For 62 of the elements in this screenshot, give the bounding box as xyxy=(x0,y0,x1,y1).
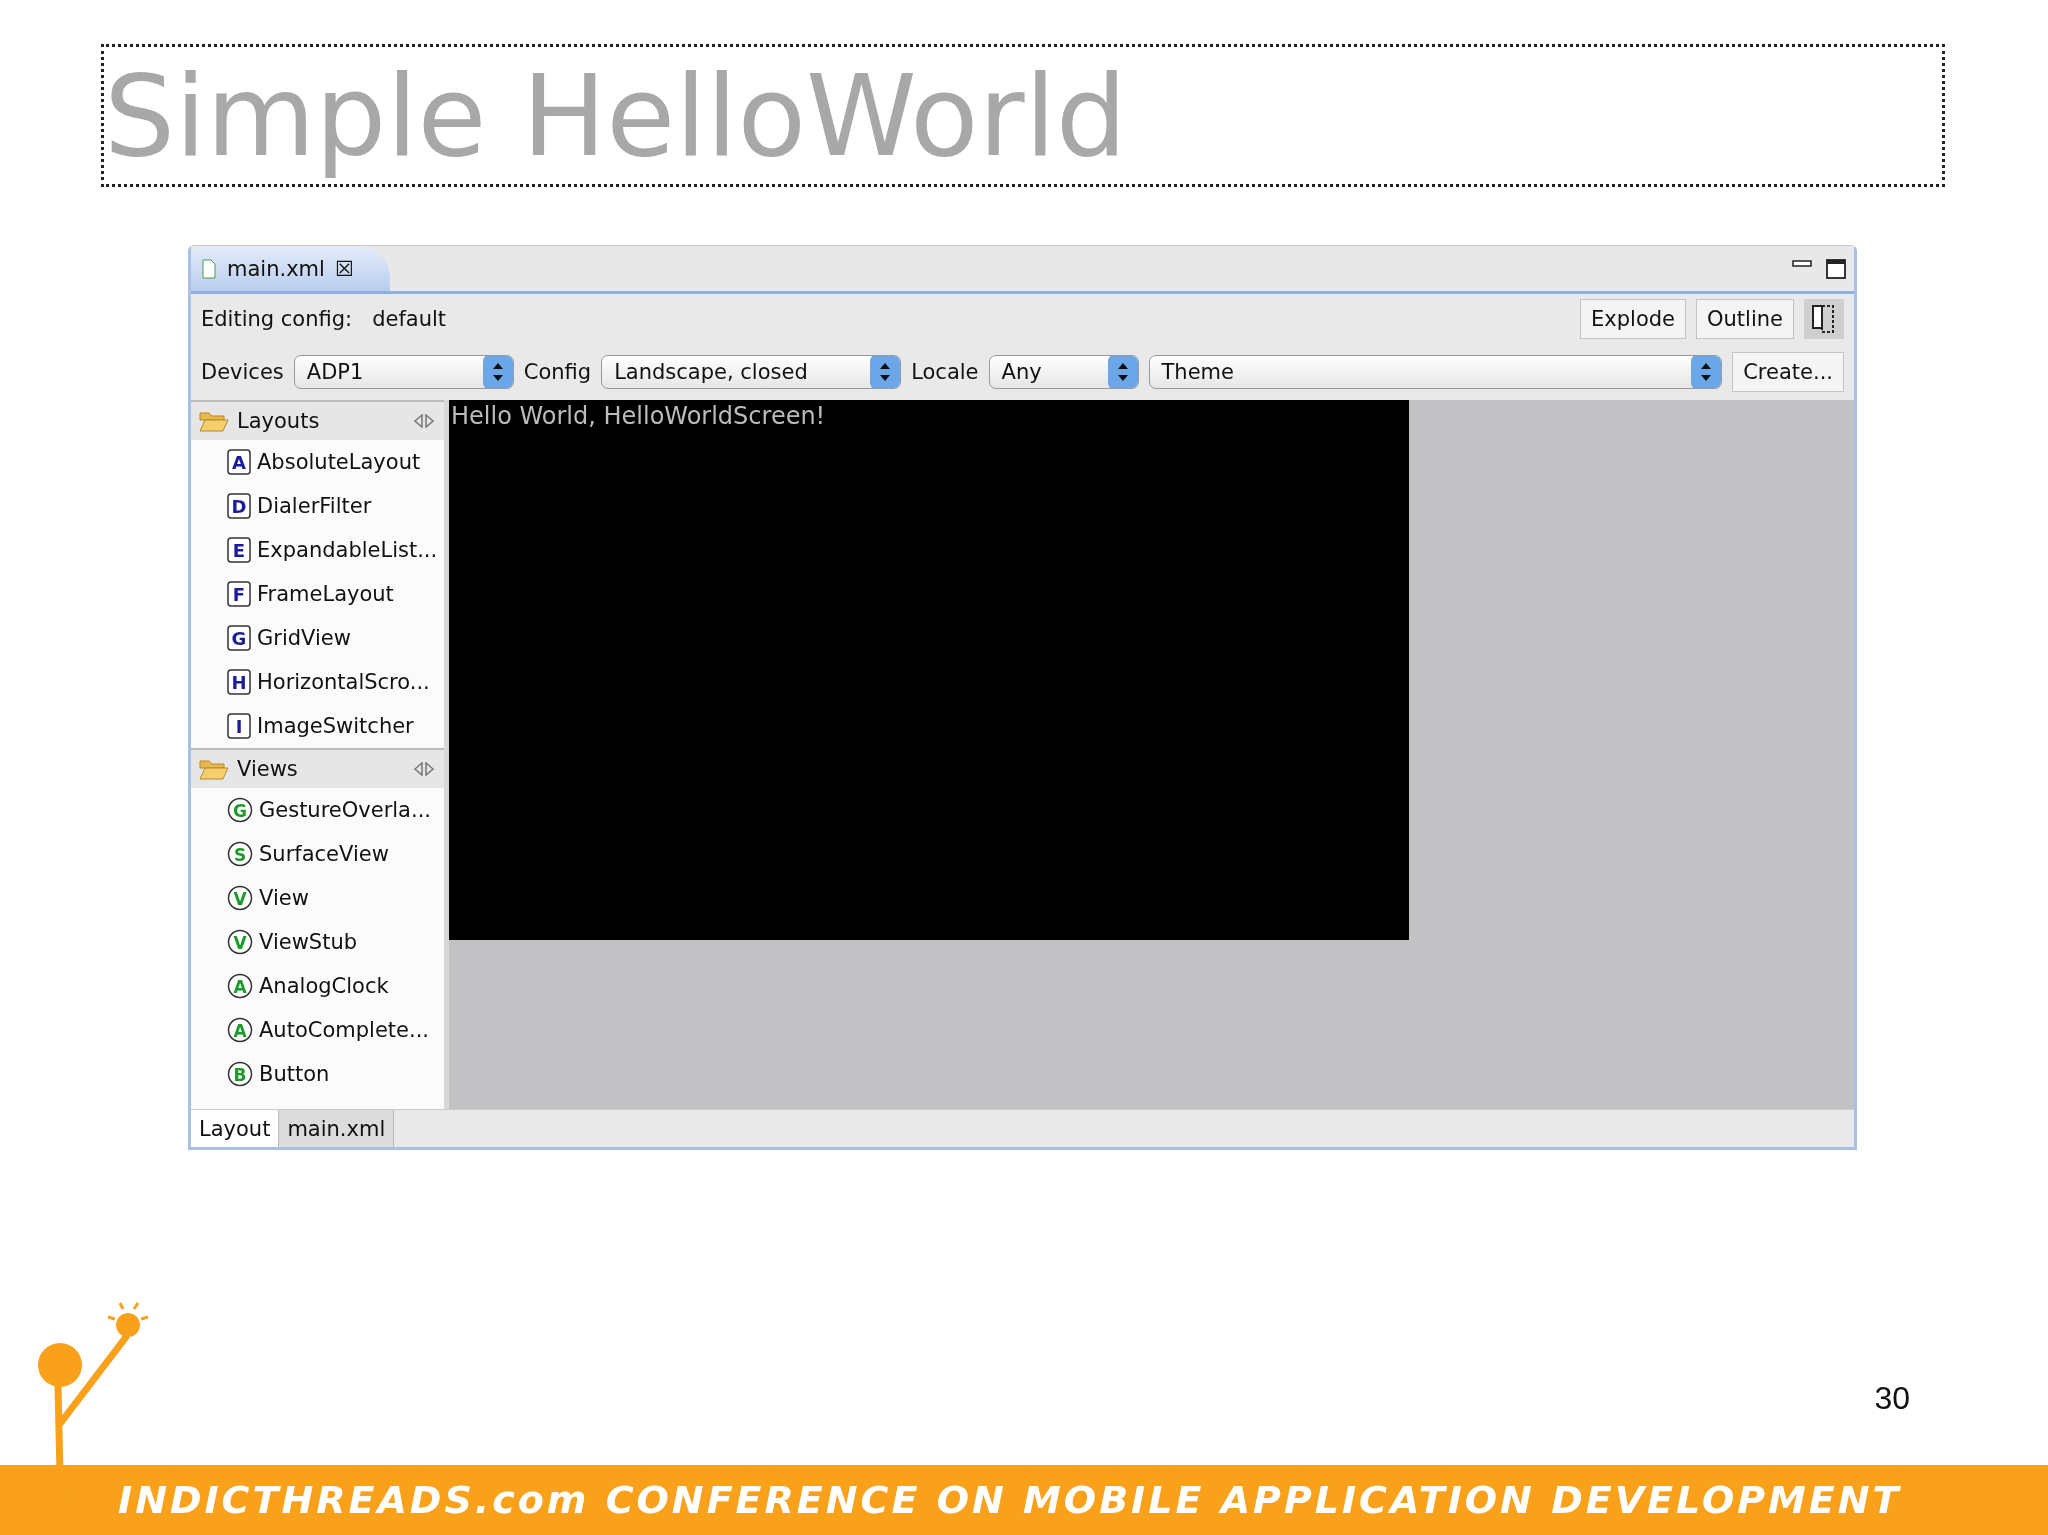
folder-icon xyxy=(199,410,229,432)
layout-icon: G xyxy=(227,625,251,651)
page-number: 30 xyxy=(1874,1380,1910,1417)
layout-toggle-icon[interactable] xyxy=(1804,299,1844,339)
palette-item[interactable]: G GridView xyxy=(191,616,444,660)
close-button[interactable]: ☒ xyxy=(334,257,354,281)
minimize-icon[interactable] xyxy=(1792,258,1812,269)
view-icon: S xyxy=(227,841,253,867)
dropdown[interactable]: Landscape, closed xyxy=(601,355,902,389)
layout-icon: H xyxy=(227,669,251,695)
layout-icon: I xyxy=(227,713,251,739)
create-button[interactable]: Create... xyxy=(1732,352,1844,392)
view-icon: B xyxy=(227,1061,253,1087)
folder-icon xyxy=(199,758,229,780)
dropdown[interactable]: ADP1 xyxy=(293,355,514,389)
palette-item[interactable]: G GestureOverla... xyxy=(191,788,444,832)
config-value: default xyxy=(372,307,447,331)
editor-tab[interactable]: main.xml ☒ xyxy=(191,247,390,291)
selector-label: Config xyxy=(523,360,592,384)
palette-item[interactable]: A AutoComplete... xyxy=(191,1008,444,1052)
layout-icon: E xyxy=(227,537,251,563)
toolbar-button[interactable]: Explode xyxy=(1580,299,1686,339)
view-icon: G xyxy=(227,797,253,823)
palette-item[interactable]: I ImageSwitcher xyxy=(191,704,444,748)
stepper-icon xyxy=(482,356,513,388)
palette-item[interactable]: H HorizontalScro... xyxy=(191,660,444,704)
slide-title: Simple HelloWorld xyxy=(104,49,1127,183)
stepper-icon xyxy=(870,356,901,388)
view-icon: V xyxy=(227,929,253,955)
palette-item[interactable]: A AnalogClock xyxy=(191,964,444,1008)
bottom-tab[interactable]: main.xml xyxy=(279,1110,395,1147)
footer-text: INDICTHREADS.com CONFERENCE ON MOBILE APPLICATION DEVELOPMENT xyxy=(118,1478,1902,1522)
palette-item[interactable]: F FrameLayout xyxy=(191,572,444,616)
palette-group-header[interactable]: Views xyxy=(191,748,444,788)
palette-group-header[interactable]: Layouts xyxy=(191,400,444,440)
view-icon: A xyxy=(227,973,253,999)
layout-icon: D xyxy=(227,493,251,519)
collapse-icon[interactable] xyxy=(414,414,434,428)
file-icon xyxy=(201,259,217,279)
dropdown[interactable]: Theme xyxy=(1148,355,1723,389)
collapse-icon[interactable] xyxy=(414,762,434,776)
toolbar-button[interactable]: Outline xyxy=(1696,299,1794,339)
layout-icon: A xyxy=(227,449,251,475)
selector-label: Locale xyxy=(911,360,979,384)
stepper-icon xyxy=(1691,356,1722,388)
bottom-tab[interactable]: Layout xyxy=(191,1110,280,1147)
palette-item[interactable]: E ExpandableList... xyxy=(191,528,444,572)
palette-item[interactable]: B Button xyxy=(191,1052,444,1096)
palette-item[interactable]: S SurfaceView xyxy=(191,832,444,876)
dropdown[interactable]: Any xyxy=(988,355,1139,389)
palette-item[interactable]: D DialerFilter xyxy=(191,484,444,528)
maximize-icon[interactable] xyxy=(1826,258,1846,279)
stepper-icon xyxy=(1107,356,1138,388)
config-label: Editing config: xyxy=(201,307,353,331)
palette-item[interactable]: A AbsoluteLayout xyxy=(191,440,444,484)
palette-item[interactable]: V View xyxy=(191,876,444,920)
view-icon: A xyxy=(227,1017,253,1043)
view-icon: V xyxy=(227,885,253,911)
palette-item[interactable]: V ViewStub xyxy=(191,920,444,964)
screen-text: Hello World, HelloWorldScreen! xyxy=(451,402,826,430)
selector-label: Devices xyxy=(201,360,284,384)
layout-icon: F xyxy=(227,581,251,607)
